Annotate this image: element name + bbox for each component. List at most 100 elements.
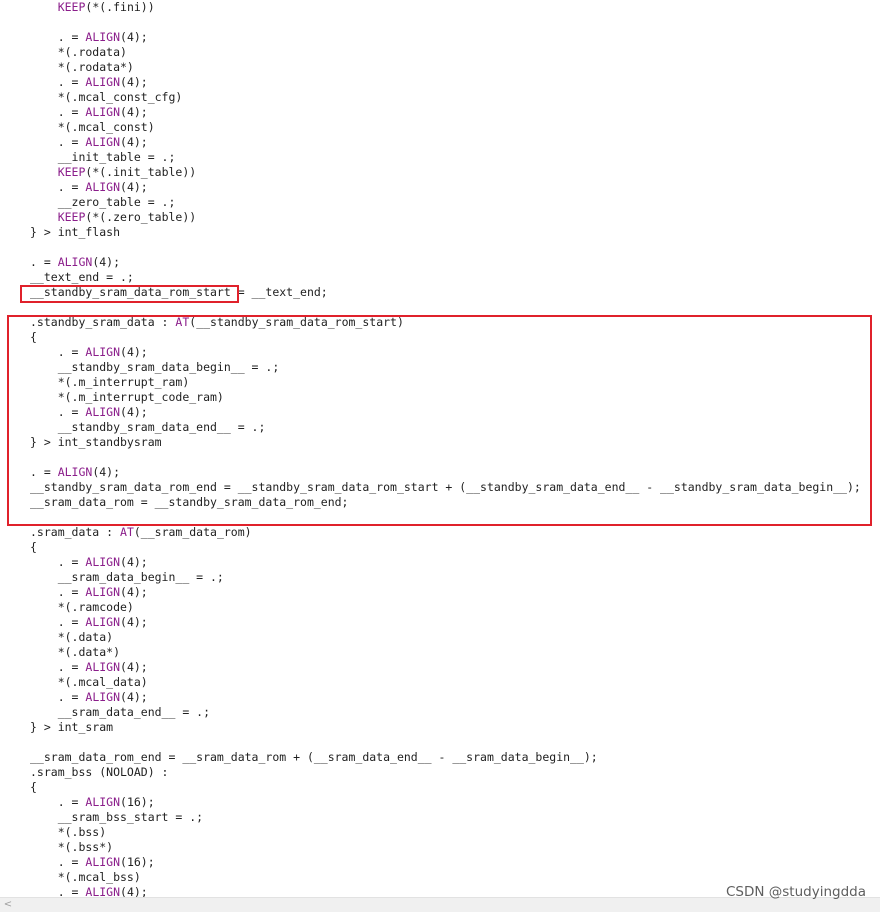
code-text: *(.rodata*) xyxy=(30,60,134,74)
code-text: *(.bss*) xyxy=(30,840,114,854)
code-line: KEEP(*(.fini)) xyxy=(30,0,155,15)
code-keyword: ALIGN xyxy=(85,690,121,704)
code-line: *(.data) xyxy=(30,630,113,645)
code-text: .sram_data : xyxy=(30,525,121,539)
code-text: *(.mcal_bss) xyxy=(30,870,141,884)
code-line: KEEP(*(.zero_table)) xyxy=(30,210,196,225)
code-keyword: ALIGN xyxy=(85,795,121,809)
code-line: KEEP(*(.init_table)) xyxy=(30,165,196,180)
code-line: . = ALIGN(4); xyxy=(30,585,148,600)
code-line: . = ALIGN(4); xyxy=(30,555,148,570)
code-line: *(.rodata) xyxy=(30,45,127,60)
code-line: *(.rodata*) xyxy=(30,60,134,75)
code-line: . = ALIGN(4); xyxy=(30,885,148,897)
code-keyword: ALIGN xyxy=(85,555,121,569)
code-text: (4); xyxy=(120,660,148,674)
code-text: . = xyxy=(30,585,86,599)
code-line: . = ALIGN(4); xyxy=(30,105,148,120)
code-line: *(.mcal_data) xyxy=(30,675,148,690)
code-text: __init_table = .; xyxy=(30,150,176,164)
code-line: __sram_data_begin__ = .; xyxy=(30,570,224,585)
code-text: *(.mcal_const) xyxy=(30,120,155,134)
code-text: *(.mcal_const_cfg) xyxy=(30,90,183,104)
code-keyword: KEEP xyxy=(57,0,86,14)
code-text: (4); xyxy=(120,585,148,599)
code-text: __sram_bss_start = .; xyxy=(30,810,204,824)
code-text: (4); xyxy=(120,885,148,897)
code-line: *(.mcal_const) xyxy=(30,120,155,135)
code-line: { xyxy=(30,780,37,795)
code-text: (*(.init_table)) xyxy=(85,165,197,179)
code-text: __text_end = .; xyxy=(30,270,134,284)
code-text: (__sram_data_rom) xyxy=(133,525,252,539)
code-keyword: ALIGN xyxy=(85,75,121,89)
code-text: .sram_bss (NOLOAD) : xyxy=(30,765,169,779)
code-line: __sram_data_end__ = .; xyxy=(30,705,210,720)
code-line: . = ALIGN(4); xyxy=(30,660,148,675)
code-text: . = xyxy=(30,555,86,569)
code-keyword: ALIGN xyxy=(85,885,121,897)
code-text: (16); xyxy=(120,795,155,809)
code-text: *(.data) xyxy=(30,630,114,644)
code-keyword: ALIGN xyxy=(85,585,121,599)
code-keyword: AT xyxy=(120,525,134,539)
code-text: __sram_data_end__ = .; xyxy=(30,705,211,719)
code-line: . = ALIGN(4); xyxy=(30,180,148,195)
code-text: } > int_sram xyxy=(30,720,114,734)
code-keyword: ALIGN xyxy=(85,855,121,869)
code-text: (4); xyxy=(120,180,148,194)
code-line: *(.mcal_bss) xyxy=(30,870,141,885)
code-line: . = ALIGN(4); xyxy=(30,135,148,150)
code-text: *(.mcal_data) xyxy=(30,675,148,689)
code-text: . = xyxy=(30,615,86,629)
code-line: __zero_table = .; xyxy=(30,195,176,210)
scroll-left-arrow-icon[interactable]: < xyxy=(2,898,14,912)
code-text: (4); xyxy=(120,615,148,629)
code-text: . = xyxy=(30,30,86,44)
code-text: __sram_data_rom_end = __sram_data_rom + … xyxy=(30,750,598,764)
code-line: *(.ramcode) xyxy=(30,600,134,615)
code-line: . = ALIGN(16); xyxy=(30,795,155,810)
code-line: *(.mcal_const_cfg) xyxy=(30,90,183,105)
code-line: . = ALIGN(4); xyxy=(30,615,148,630)
code-line: . = ALIGN(4); xyxy=(30,255,120,270)
code-line: __sram_bss_start = .; xyxy=(30,810,203,825)
code-line: *(.bss) xyxy=(30,825,106,840)
code-text: . = xyxy=(30,75,86,89)
code-line: *(.bss*) xyxy=(30,840,113,855)
code-keyword: ALIGN xyxy=(85,615,121,629)
code-text: *(.data*) xyxy=(30,645,121,659)
code-text: (4); xyxy=(120,690,148,704)
code-keyword: ALIGN xyxy=(85,105,121,119)
code-text: . = xyxy=(30,660,86,674)
code-keyword: ALIGN xyxy=(57,255,93,269)
code-line: } > int_sram xyxy=(30,720,113,735)
code-text: (4); xyxy=(120,555,148,569)
code-text: . = xyxy=(30,180,86,194)
code-line: . = ALIGN(4); xyxy=(30,30,148,45)
code-text: . = xyxy=(30,135,86,149)
horizontal-scrollbar[interactable]: < xyxy=(0,897,880,912)
code-text: (4); xyxy=(120,30,148,44)
code-text: *(.rodata) xyxy=(30,45,127,59)
code-text: (4); xyxy=(120,105,148,119)
code-line: *(.data*) xyxy=(30,645,120,660)
code-text: { xyxy=(30,540,37,554)
code-line: __text_end = .; xyxy=(30,270,134,285)
code-text: *(.bss) xyxy=(30,825,107,839)
code-text: (4); xyxy=(120,75,148,89)
code-text: (4); xyxy=(92,255,121,269)
code-line: . = ALIGN(16); xyxy=(30,855,155,870)
code-keyword: ALIGN xyxy=(85,30,121,44)
code-text: . = xyxy=(30,795,86,809)
code-text: (*(.zero_table)) xyxy=(85,210,197,224)
code-text: { xyxy=(30,780,37,794)
code-line: __init_table = .; xyxy=(30,150,176,165)
code-text: . = xyxy=(30,885,86,897)
code-line: } > int_flash xyxy=(30,225,120,240)
code-keyword: ALIGN xyxy=(85,135,121,149)
code-text: (*(.fini)) xyxy=(85,0,155,14)
code-keyword: ALIGN xyxy=(85,180,121,194)
